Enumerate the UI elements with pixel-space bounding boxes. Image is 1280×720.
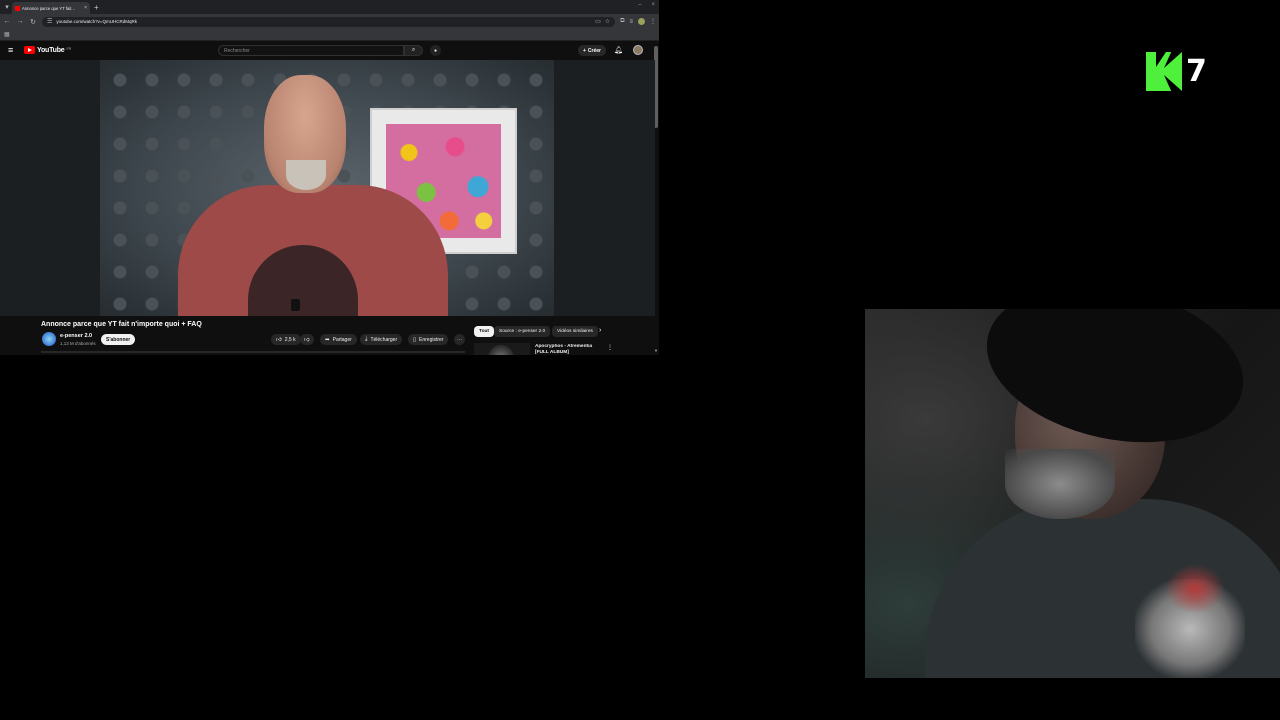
webcam-feed	[865, 309, 1280, 678]
close-tab-icon[interactable]: ×	[84, 5, 87, 11]
tab-bar: ▾ Annonce parce que YT fait... × + – ×	[0, 0, 659, 14]
new-tab-icon[interactable]: +	[94, 3, 99, 12]
album-art	[488, 345, 514, 355]
dislike-button[interactable]: 👎︎	[300, 334, 314, 345]
download-label: Télécharger	[370, 336, 398, 343]
save-button[interactable]: ▯ Enregistrer	[408, 334, 449, 345]
browser-toolbar: ← → ↻ ☰ youtube.com/watch?v=QmUHCRdMqRk …	[0, 14, 659, 29]
like-count: 2,5 k	[284, 336, 296, 343]
stream-canvas: ▾ Annonce parce que YT fait... × + – × ←…	[0, 0, 1280, 720]
search-placeholder: Rechercher	[224, 47, 250, 54]
lapel-microphone	[291, 299, 300, 311]
back-icon[interactable]: ←	[3, 18, 11, 25]
account-avatar[interactable]	[633, 45, 643, 55]
sweatshirt-red-print	[1165, 564, 1225, 614]
notifications-bell-icon[interactable]: 🔔︎	[614, 46, 623, 54]
channel-watermark-logo: 7	[1146, 52, 1207, 91]
chip-source[interactable]: Source : e-penser 2.0	[494, 326, 551, 337]
microphone-icon: ●	[433, 47, 438, 54]
channel-name[interactable]: e-penser 2.0	[60, 333, 92, 339]
create-label: Créer	[587, 47, 601, 54]
extensions-icon[interactable]: ⧉	[620, 18, 624, 25]
more-horizontal-icon: ⋯	[457, 336, 462, 343]
chip-similar[interactable]: Vidéos similaires	[552, 326, 598, 337]
browser-tab[interactable]: Annonce parce que YT fait... ×	[12, 2, 90, 14]
youtube-country-code: FR	[66, 47, 72, 51]
share-button[interactable]: ➦ Partager	[320, 334, 357, 345]
minimize-icon[interactable]: –	[638, 2, 641, 8]
address-bar[interactable]: ☰ youtube.com/watch?v=QmUHCRdMqRk ▭ ☆	[42, 16, 616, 27]
channel-avatar[interactable]	[42, 332, 56, 346]
more-actions-button[interactable]: ⋯	[454, 334, 465, 345]
chip-all[interactable]: Tout	[474, 326, 495, 337]
chevron-right-icon[interactable]: ›	[599, 327, 601, 334]
bookmark-star-icon[interactable]: ☆	[605, 18, 610, 25]
search-input[interactable]: Rechercher	[218, 45, 404, 56]
search-button[interactable]: ⌕	[404, 45, 423, 56]
thumbs-down-icon: 👎︎	[304, 336, 310, 343]
more-vertical-icon[interactable]: ⋮	[607, 344, 613, 351]
apps-grid-icon[interactable]: ▦	[4, 31, 10, 38]
thumbs-up-icon: 👍︎	[276, 336, 282, 343]
like-button[interactable]: 👍︎ 2,5 k	[271, 334, 301, 345]
window-controls: – ×	[638, 2, 655, 8]
youtube-logo-text: YouTube	[37, 46, 65, 54]
browser-window: ▾ Annonce parce que YT fait... × + – × ←…	[0, 0, 659, 355]
recommended-title[interactable]: Apocryphos - Atrementia [FULL ALBUM]	[535, 344, 605, 355]
subscriber-count: 1,13 M d'abonnés	[60, 341, 96, 346]
streamer-beard	[1005, 449, 1115, 519]
description-divider	[41, 351, 465, 353]
browser-menu-icon[interactable]: ⋮	[650, 18, 656, 25]
video-player[interactable]	[0, 60, 655, 316]
k-letter-logo	[1146, 52, 1182, 91]
forward-icon[interactable]: →	[16, 18, 24, 25]
recommended-thumbnail[interactable]	[474, 343, 530, 355]
download-button[interactable]: ⤓ Télécharger	[360, 334, 403, 345]
create-button[interactable]: + Créer	[578, 45, 606, 56]
profile-avatar[interactable]	[638, 18, 645, 25]
scroll-down-arrow-icon[interactable]: ▼	[654, 348, 658, 353]
logo-number: 7	[1186, 54, 1207, 89]
save-label: Enregistrer	[419, 336, 444, 343]
tab-title: Annonce parce que YT fait...	[22, 5, 75, 11]
video-frame[interactable]	[100, 60, 554, 316]
search-icon: ⌕	[411, 47, 416, 53]
bookmarks-bar: ▦	[0, 29, 659, 41]
hamburger-menu-icon[interactable]: ≡	[8, 45, 18, 55]
tab-list-icon[interactable]: ▾	[2, 2, 12, 12]
youtube-favicon-icon	[15, 5, 20, 11]
download-icon: ⤓	[365, 336, 368, 342]
presenter	[178, 75, 448, 316]
close-window-icon[interactable]: ×	[651, 2, 655, 8]
presenter-beard	[286, 160, 326, 190]
youtube-logo[interactable]: YouTube FR	[24, 46, 71, 54]
media-icon[interactable]: ≡	[629, 19, 633, 25]
url-text: youtube.com/watch?v=QmUHCRdMqRk	[56, 19, 138, 24]
share-label: Partager	[332, 336, 352, 343]
reload-icon[interactable]: ↻	[29, 18, 37, 26]
video-title: Annonce parce que YT fait n'importe quoi…	[41, 321, 202, 328]
site-info-icon[interactable]: ☰	[47, 18, 52, 25]
cast-icon[interactable]: ▭	[595, 18, 601, 25]
voice-search-button[interactable]: ●	[430, 45, 441, 56]
plus-icon: +	[583, 47, 586, 54]
youtube-play-icon	[24, 46, 35, 54]
subscribe-button[interactable]: S'abonner	[101, 334, 136, 345]
youtube-header: ≡ YouTube FR Rechercher ⌕ ● + Créer 🔔︎	[0, 41, 659, 59]
share-icon: ➦	[325, 336, 330, 343]
bookmark-icon: ▯	[413, 336, 417, 343]
